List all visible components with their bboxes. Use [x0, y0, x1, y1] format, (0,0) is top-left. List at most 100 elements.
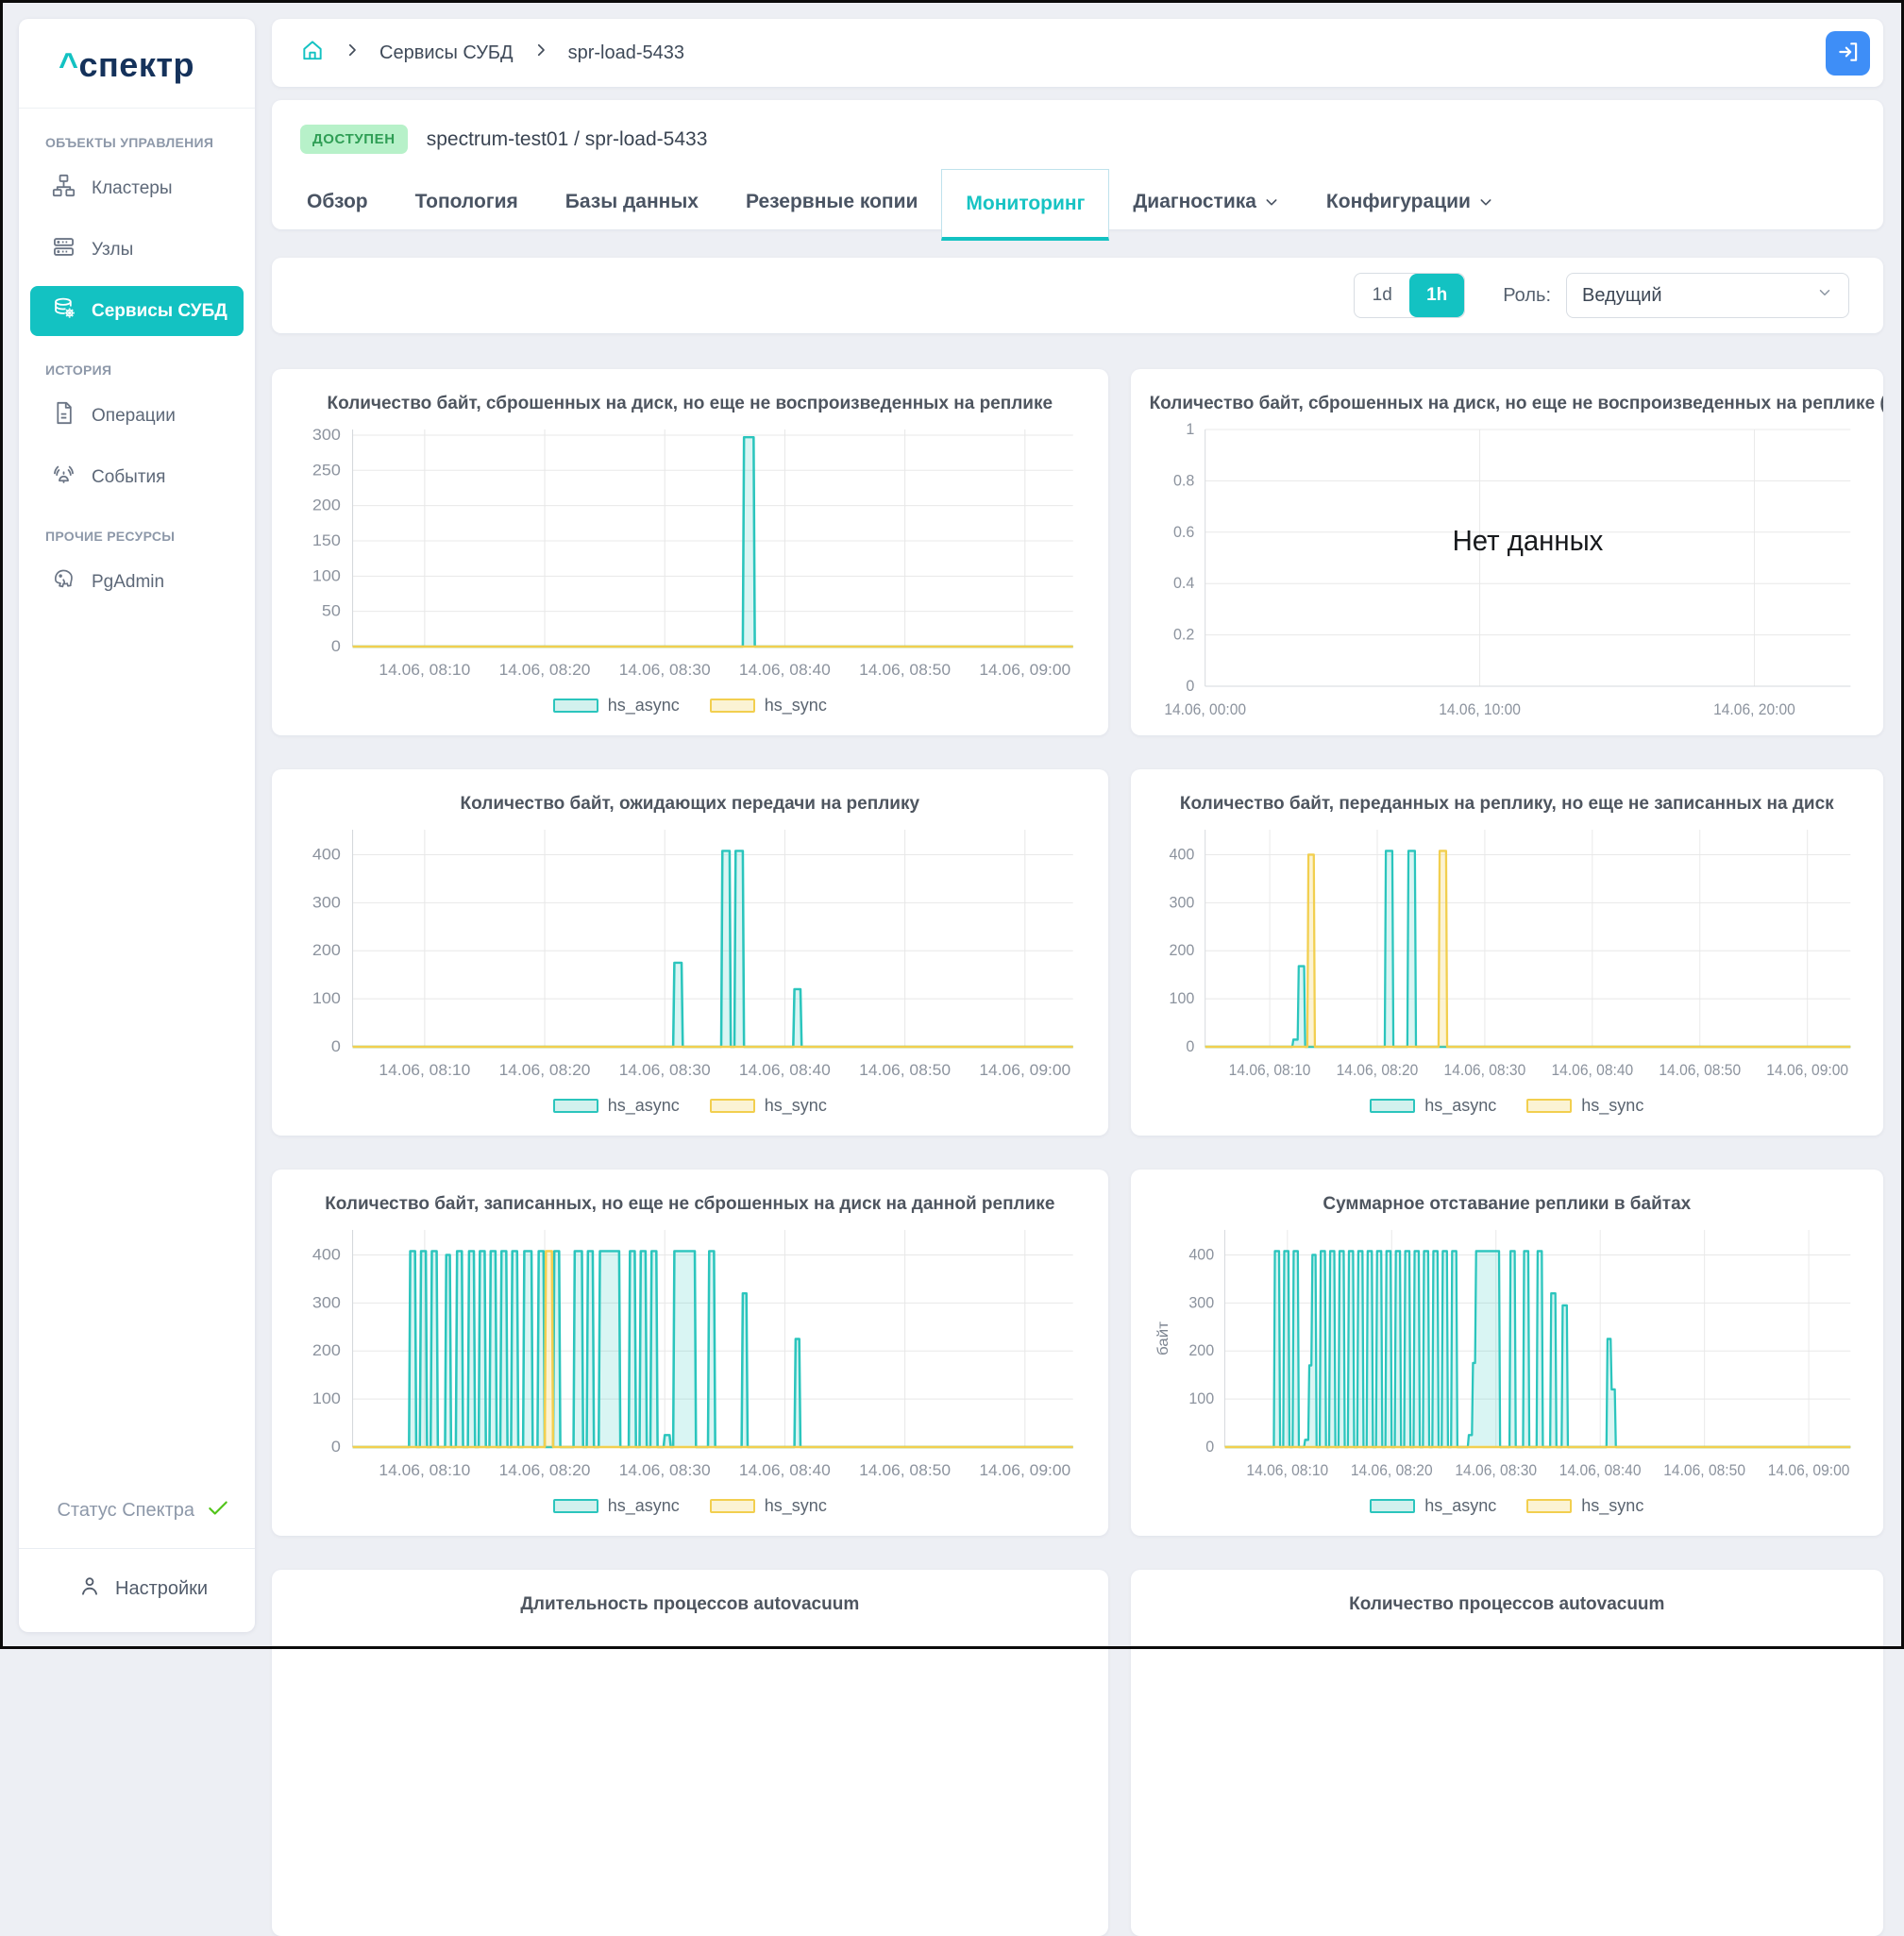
- chevron-right-icon: [344, 42, 361, 64]
- svg-text:50: 50: [322, 601, 341, 619]
- svg-text:14.06, 08:10: 14.06, 08:10: [379, 1061, 470, 1078]
- chart-card: Количество байт, сброшенных на диск, но …: [272, 369, 1108, 735]
- chart-legend: hs_async hs_sync: [1370, 1096, 1643, 1116]
- tab-конфигурации[interactable]: Конфигурации: [1303, 175, 1517, 229]
- svg-text:100: 100: [312, 1389, 341, 1407]
- svg-text:14.06, 08:40: 14.06, 08:40: [1551, 1062, 1633, 1079]
- chart-title: Количество байт, записанных, но еще не с…: [325, 1194, 1054, 1215]
- sidebar-item-pgadmin[interactable]: PgAdmin: [30, 557, 244, 607]
- chart-plot: 010020030040014.06, 08:1014.06, 08:2014.…: [291, 816, 1089, 1088]
- clusters-icon: [51, 173, 76, 204]
- logout-button[interactable]: [1826, 31, 1870, 76]
- range-option-1h[interactable]: 1h: [1409, 274, 1464, 317]
- svg-text:14.06, 08:40: 14.06, 08:40: [1559, 1462, 1641, 1479]
- pgadmin-icon: [51, 566, 76, 598]
- svg-text:300: 300: [312, 1293, 341, 1311]
- tab-мониторинг[interactable]: Мониторинг: [941, 169, 1109, 241]
- legend-label: hs_sync: [1581, 1496, 1643, 1516]
- legend-swatch: [553, 1099, 598, 1113]
- svg-text:0: 0: [1186, 677, 1194, 696]
- legend-item-hs_async[interactable]: hs_async: [553, 1096, 680, 1116]
- legend-item-hs_sync[interactable]: hs_sync: [1526, 1096, 1643, 1116]
- range-option-1d[interactable]: 1d: [1355, 274, 1409, 317]
- svg-text:100: 100: [312, 989, 341, 1007]
- svg-text:300: 300: [1169, 893, 1194, 912]
- check-icon: [206, 1495, 230, 1525]
- svg-text:100: 100: [1169, 989, 1194, 1008]
- chart-plot: 010020030040014.06, 08:1014.06, 08:2014.…: [1150, 1217, 1864, 1489]
- sidebar-item-clusters[interactable]: Кластеры: [30, 163, 244, 213]
- series-hs_async: [353, 437, 1073, 647]
- tab-label: Топология: [415, 191, 518, 213]
- spectr-status-label: Статус Спектра: [57, 1500, 194, 1522]
- series-hs_async: [353, 850, 1073, 1047]
- chart-plot: 00.20.40.60.8114.06, 00:0014.06, 10:0014…: [1150, 416, 1864, 728]
- chart-card: Количество байт, ожидающих передачи на р…: [272, 769, 1108, 1136]
- svg-text:14.06, 20:00: 14.06, 20:00: [1713, 701, 1795, 718]
- role-group: Роль: Ведущий: [1503, 273, 1849, 318]
- legend-swatch: [710, 1099, 755, 1113]
- sidebar-item-events[interactable]: События: [30, 452, 244, 502]
- legend-item-hs_sync[interactable]: hs_sync: [710, 696, 827, 715]
- chart-title: Количество байт, переданных на реплику, …: [1180, 794, 1834, 815]
- legend-item-hs_async[interactable]: hs_async: [553, 1496, 680, 1516]
- logout-icon: [1836, 40, 1861, 67]
- legend-item-hs_async[interactable]: hs_async: [1370, 1496, 1496, 1516]
- svg-text:0.8: 0.8: [1173, 471, 1194, 490]
- svg-text:0.4: 0.4: [1173, 574, 1194, 593]
- tab-резервные-копии[interactable]: Резервные копии: [722, 175, 941, 229]
- sidebar-section-label: ПРОЧИЕ РЕСУРСЫ: [19, 502, 255, 546]
- svg-text:200: 200: [312, 941, 341, 959]
- svg-text:0: 0: [1186, 1037, 1194, 1056]
- tab-топология[interactable]: Топология: [392, 175, 542, 229]
- tab-label: Обзор: [307, 191, 368, 213]
- breadcrumb-item-current: spr-load-5433: [568, 42, 684, 64]
- legend-item-hs_sync[interactable]: hs_sync: [710, 1096, 827, 1116]
- legend-item-hs_sync[interactable]: hs_sync: [1526, 1496, 1643, 1516]
- breadcrumb-item-services[interactable]: Сервисы СУБД: [379, 42, 514, 64]
- tab-обзор[interactable]: Обзор: [283, 175, 392, 229]
- svg-text:14.06, 08:10: 14.06, 08:10: [379, 661, 470, 678]
- service-header-row: ДОСТУПЕН spectrum-test01 / spr-load-5433: [272, 125, 1883, 175]
- svg-text:0: 0: [1205, 1438, 1214, 1456]
- chart-card: Длительность процессов autovacuum: [272, 1570, 1108, 1936]
- svg-text:14.06, 08:50: 14.06, 08:50: [1659, 1062, 1741, 1079]
- sidebar-item-operations[interactable]: Операции: [30, 391, 244, 441]
- series-hs_async: [1224, 1251, 1850, 1447]
- legend-item-hs_async[interactable]: hs_async: [553, 696, 680, 715]
- svg-text:400: 400: [312, 1245, 341, 1263]
- user-icon: [77, 1574, 102, 1604]
- sidebar-item-db-services[interactable]: Сервисы СУБД: [30, 286, 244, 336]
- svg-text:14.06, 08:20: 14.06, 08:20: [499, 1461, 591, 1478]
- legend-label: hs_sync: [765, 1096, 827, 1116]
- svg-text:14.06, 08:20: 14.06, 08:20: [1350, 1462, 1432, 1479]
- chart-legend: hs_async hs_sync: [553, 1496, 827, 1516]
- time-range-segmented: 1d1h: [1354, 273, 1465, 318]
- legend-swatch: [1370, 1099, 1415, 1113]
- svg-text:200: 200: [312, 496, 341, 513]
- tab-label: Мониторинг: [966, 193, 1085, 215]
- tab-диагностика[interactable]: Диагностика: [1109, 175, 1303, 229]
- svg-text:100: 100: [312, 566, 341, 584]
- chart-card: Количество байт, сброшенных на диск, но …: [1131, 369, 1883, 735]
- home-icon[interactable]: [300, 38, 325, 68]
- svg-text:250: 250: [312, 461, 341, 479]
- tab-label: Диагностика: [1133, 191, 1256, 213]
- tabs-bar: Обзор Топология Базы данныхРезервные копии…: [272, 175, 1883, 229]
- chart-card: Количество байт, записанных, но еще не с…: [272, 1170, 1108, 1536]
- chart-plot: 010020030040014.06, 08:1014.06, 08:2014.…: [1150, 816, 1864, 1088]
- logo-caret-icon: ^: [59, 45, 79, 84]
- svg-text:14.06, 08:50: 14.06, 08:50: [859, 1061, 951, 1078]
- role-select[interactable]: Ведущий: [1566, 273, 1849, 318]
- legend-item-hs_sync[interactable]: hs_sync: [710, 1496, 827, 1516]
- svg-text:14.06, 08:50: 14.06, 08:50: [859, 661, 951, 678]
- sidebar-item-nodes[interactable]: Узлы: [30, 225, 244, 275]
- legend-item-hs_async[interactable]: hs_async: [1370, 1096, 1496, 1116]
- svg-text:14.06, 09:00: 14.06, 09:00: [979, 661, 1070, 678]
- legend-swatch: [553, 1499, 598, 1513]
- chevron-down-icon: [1816, 284, 1833, 307]
- events-icon: [51, 462, 76, 493]
- tab-базы-данных[interactable]: Базы данных: [542, 175, 722, 229]
- sidebar-item-settings[interactable]: Настройки: [19, 1548, 255, 1632]
- svg-text:14.06, 08:10: 14.06, 08:10: [379, 1461, 470, 1478]
